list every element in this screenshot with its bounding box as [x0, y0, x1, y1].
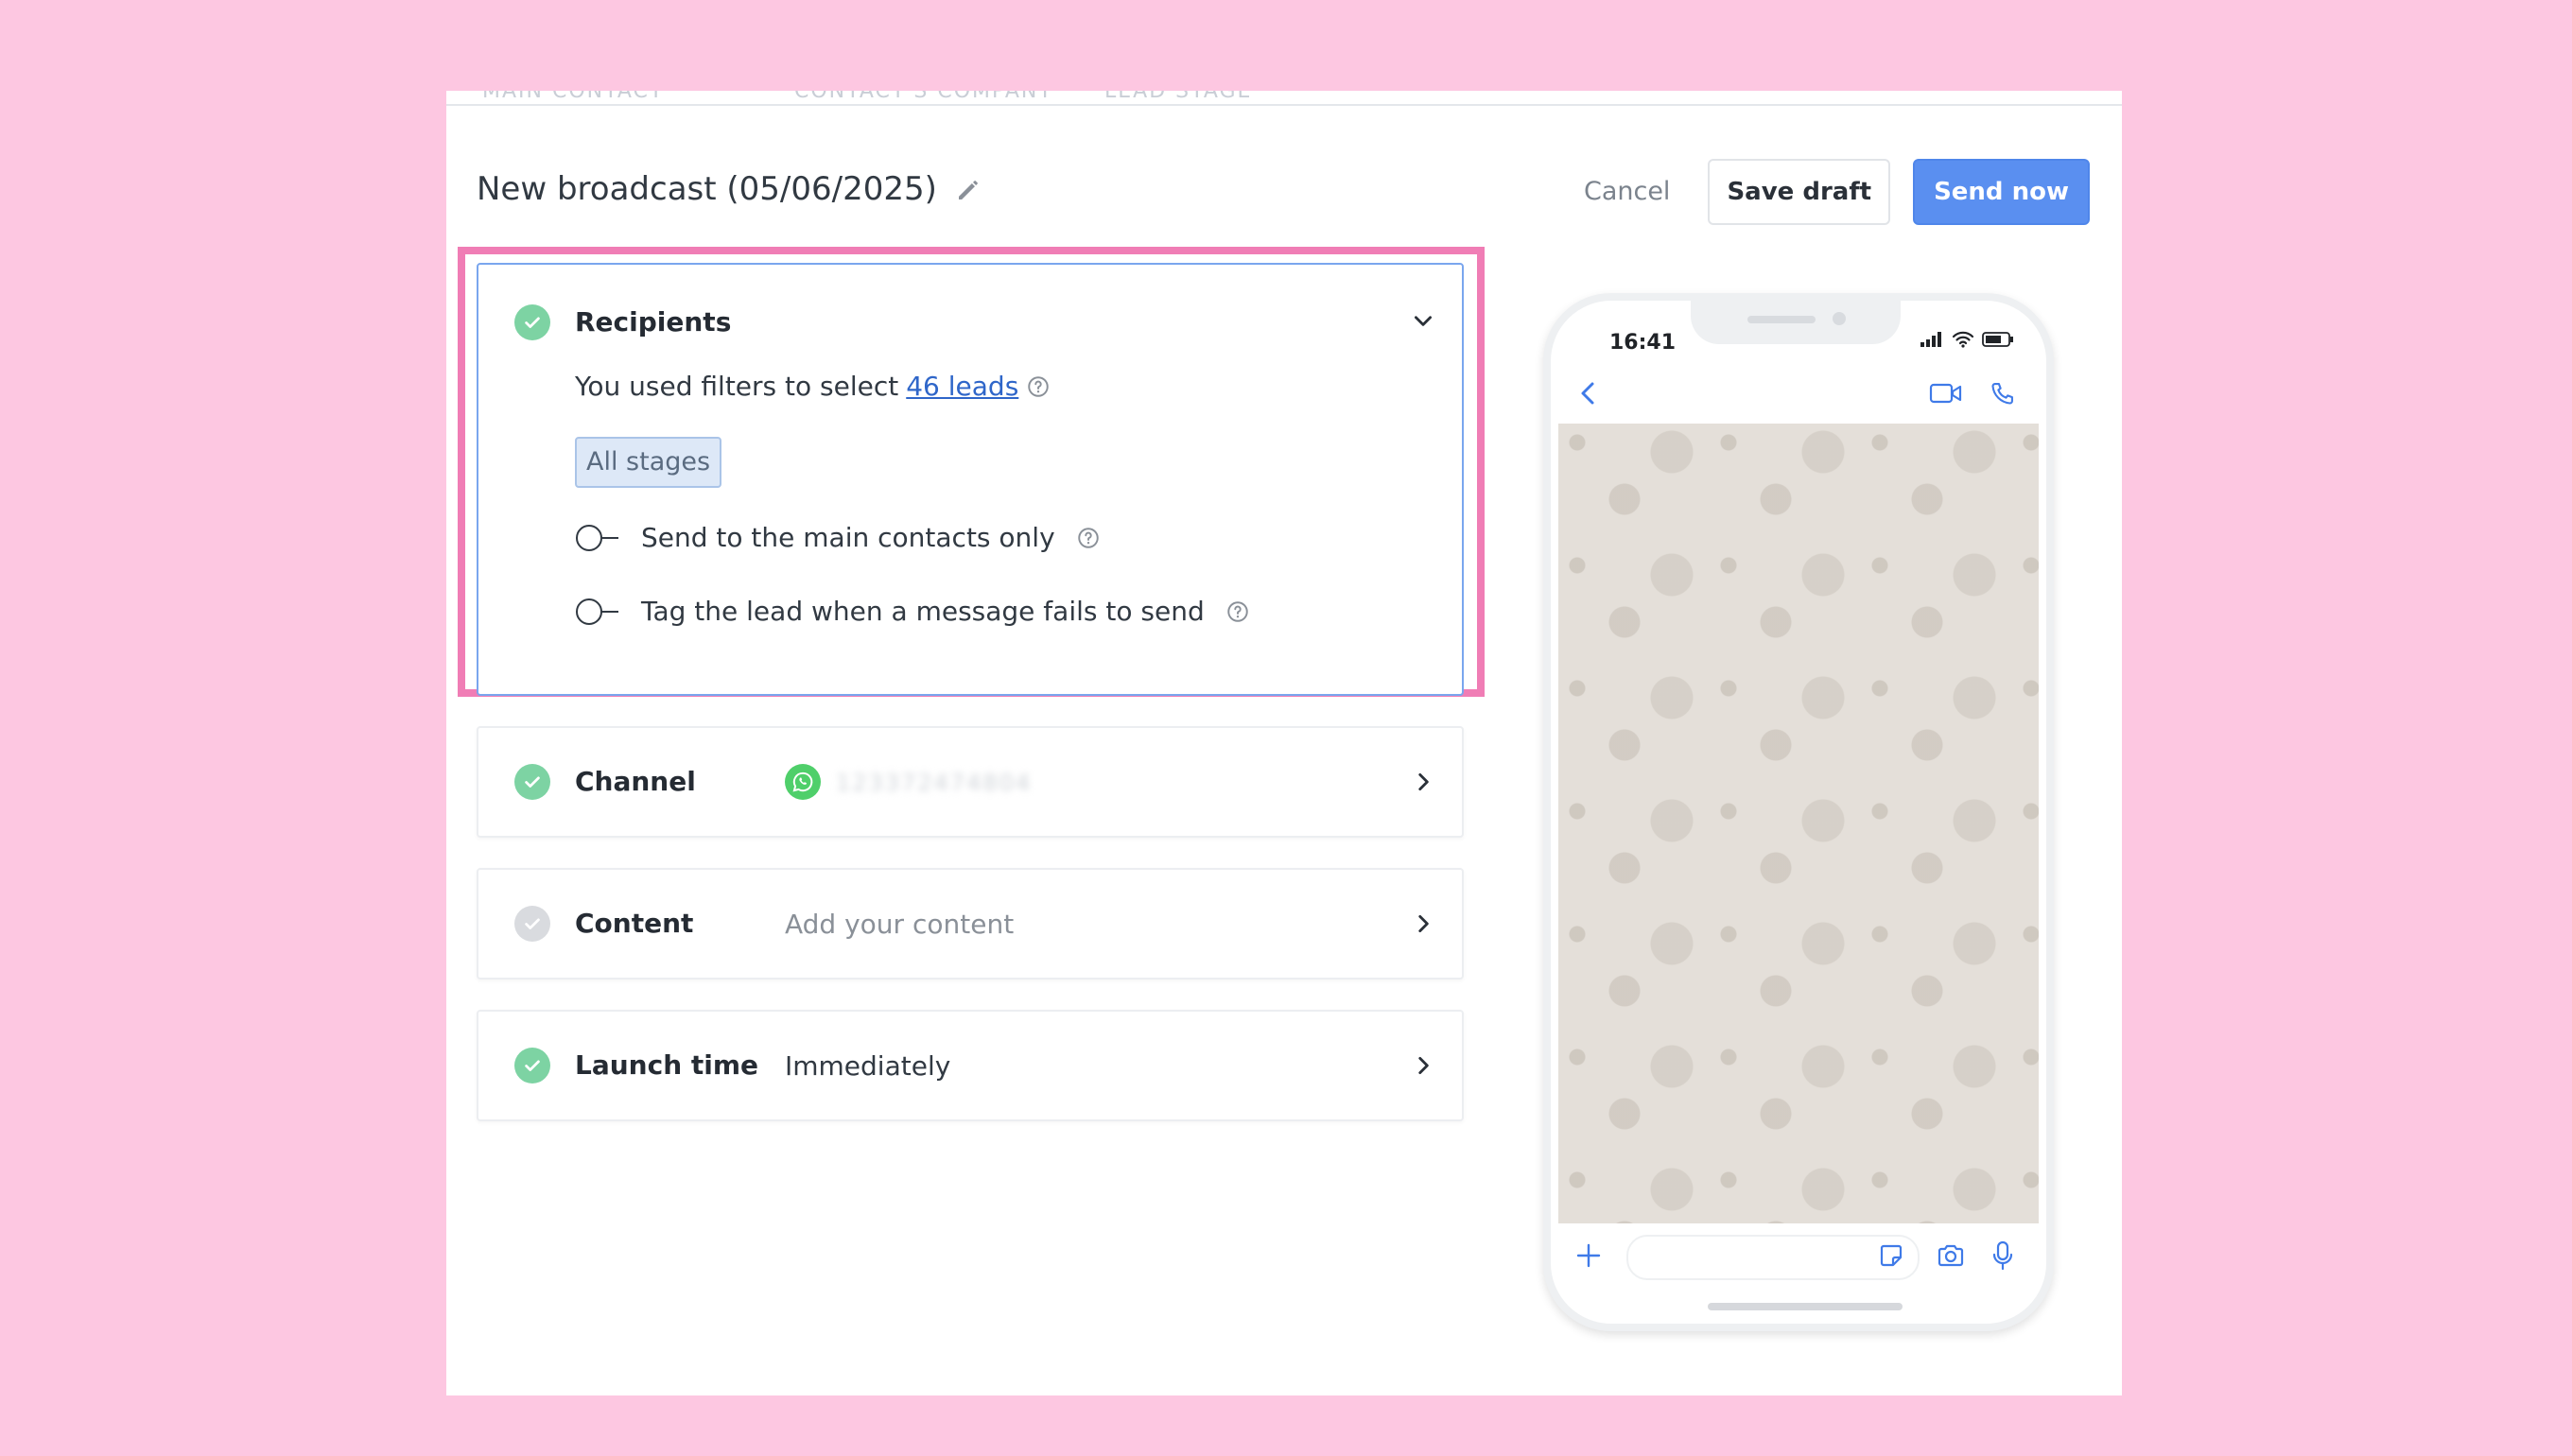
content-section[interactable]: Content Add your content: [477, 868, 1464, 979]
chat-background: [1558, 424, 2039, 1223]
wifi-icon: [1952, 331, 1974, 352]
microphone-icon[interactable]: [1991, 1240, 2014, 1274]
chat-input-bar: [1558, 1229, 2039, 1286]
content-title: Content: [575, 908, 694, 939]
phone-call-icon[interactable]: [1990, 380, 2016, 410]
recipients-title: Recipients: [575, 306, 732, 338]
toggle-main-contacts-row: Send to the main contacts only: [575, 522, 1101, 553]
channel-phone-number: 123372474804: [836, 770, 1033, 796]
stage-filter-tag[interactable]: All stages: [575, 437, 722, 488]
home-indicator: [1708, 1303, 1903, 1310]
chevron-down-icon[interactable]: [1411, 308, 1435, 333]
cancel-button[interactable]: Cancel: [1569, 159, 1685, 225]
chevron-right-icon[interactable]: [1411, 1053, 1435, 1078]
phone-time: 16:41: [1609, 331, 1677, 355]
help-icon[interactable]: [1076, 526, 1101, 550]
toggle-tag-lead-row: Tag the lead when a message fails to sen…: [575, 596, 1250, 627]
divider: [446, 104, 2122, 106]
launch-time-title: Launch time: [575, 1049, 759, 1081]
header-actions: Cancel Save draft Send now: [1569, 159, 2090, 225]
bg-column-contact-company: CONTACT'S COMPANY: [794, 91, 1053, 103]
front-camera: [1833, 312, 1846, 325]
chevron-right-icon[interactable]: [1411, 770, 1435, 794]
speaker-grill: [1747, 316, 1816, 323]
message-input[interactable]: [1626, 1235, 1920, 1280]
pencil-icon[interactable]: [954, 175, 982, 203]
launch-time-section[interactable]: Launch time Immediately: [477, 1010, 1464, 1121]
channel-section[interactable]: Channel 123372474804: [477, 726, 1464, 838]
chevron-right-icon[interactable]: [1411, 911, 1435, 936]
plus-icon[interactable]: [1575, 1242, 1602, 1273]
sticker-icon[interactable]: [1878, 1242, 1904, 1273]
page-title: New broadcast (05/06/2025): [477, 170, 982, 208]
launch-time-value: Immediately: [785, 1050, 951, 1082]
check-icon: [514, 906, 550, 942]
modal-title-text: New broadcast (05/06/2025): [477, 170, 937, 208]
send-now-button[interactable]: Send now: [1913, 159, 2090, 225]
tag-lead-toggle[interactable]: [575, 598, 620, 626]
check-icon: [514, 764, 550, 800]
filters-summary: You used filters to select 46 leads: [575, 371, 1051, 402]
content-placeholder: Add your content: [785, 909, 1015, 940]
main-contacts-toggle[interactable]: [575, 524, 620, 552]
phone-preview: 16:41: [1543, 293, 2054, 1331]
leads-link[interactable]: 46 leads: [906, 371, 1018, 402]
recipients-section: Recipients You used filters to select 46…: [477, 263, 1464, 696]
whatsapp-icon: [785, 764, 821, 800]
battery-icon: [1982, 331, 2014, 352]
camera-icon[interactable]: [1937, 1242, 1965, 1273]
help-icon[interactable]: [1225, 599, 1250, 624]
save-draft-button[interactable]: Save draft: [1708, 159, 1891, 225]
main-contacts-label: Send to the main contacts only: [641, 522, 1055, 553]
channel-title: Channel: [575, 766, 696, 797]
video-call-icon[interactable]: [1929, 382, 1963, 408]
status-bar-icons: [1920, 331, 2014, 352]
help-icon[interactable]: [1026, 374, 1051, 399]
tag-lead-label: Tag the lead when a message fails to sen…: [641, 596, 1205, 627]
bg-column-lead-stage: LEAD STAGE: [1104, 91, 1253, 103]
check-icon: [514, 1048, 550, 1083]
broadcast-modal: MAIN CONTACT CONTACT'S COMPANY LEAD STAG…: [446, 91, 2122, 1395]
background-table-header: MAIN CONTACT CONTACT'S COMPANY LEAD STAG…: [446, 91, 2122, 104]
bg-column-main-contact: MAIN CONTACT: [482, 91, 665, 103]
filters-prefix: You used filters to select: [575, 371, 899, 402]
check-icon: [514, 304, 550, 340]
back-arrow-icon[interactable]: [1577, 380, 1600, 410]
chat-header: [1558, 365, 2039, 422]
phone-notch: [1691, 293, 1901, 344]
signal-icon: [1920, 331, 1944, 352]
